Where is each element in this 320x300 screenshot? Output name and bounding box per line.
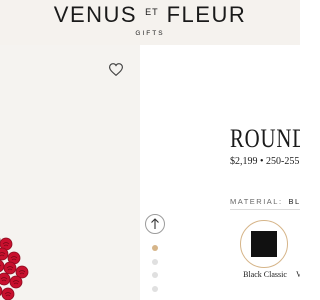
scroll-up-button[interactable]	[145, 214, 165, 234]
material-label: MATERIAL:	[230, 197, 283, 206]
product-title: ROUND C	[230, 124, 300, 153]
gallery-dot-2[interactable]	[152, 259, 158, 265]
product-page: VENUS ET FLEUR GIFTS ROUND C $2,199 • 25…	[0, 0, 300, 300]
brand-word-right: FLEUR	[166, 2, 247, 27]
material-option-black-classic[interactable]: Black Classic	[240, 220, 290, 280]
gallery-dot-4[interactable]	[152, 286, 158, 292]
arrow-up-icon	[151, 218, 159, 229]
swatch-selected-ring	[240, 220, 288, 268]
gallery-dot-1[interactable]	[152, 245, 158, 251]
product-price: $2,199 • 250-255	[230, 156, 300, 167]
site-header: VENUS ET FLEUR GIFTS	[0, 0, 300, 45]
material-value: BL	[288, 197, 300, 206]
product-gallery	[0, 45, 140, 300]
brand-logo[interactable]: VENUS ET FLEUR	[0, 0, 300, 30]
brand-word-middle: ET	[145, 7, 159, 17]
material-selector-label: MATERIAL: BL	[230, 197, 300, 206]
brand-subtitle: GIFTS	[135, 30, 165, 37]
gallery-dot-3[interactable]	[152, 272, 158, 278]
wishlist-button[interactable]	[108, 61, 124, 77]
material-option-next[interactable]: V	[296, 270, 300, 279]
product-image-roses	[0, 237, 29, 300]
divider	[230, 209, 300, 210]
brand-word-left: VENUS	[53, 2, 138, 27]
black-swatch	[251, 231, 277, 257]
heart-icon	[109, 62, 123, 76]
material-option-label: Black Classic	[243, 270, 287, 279]
